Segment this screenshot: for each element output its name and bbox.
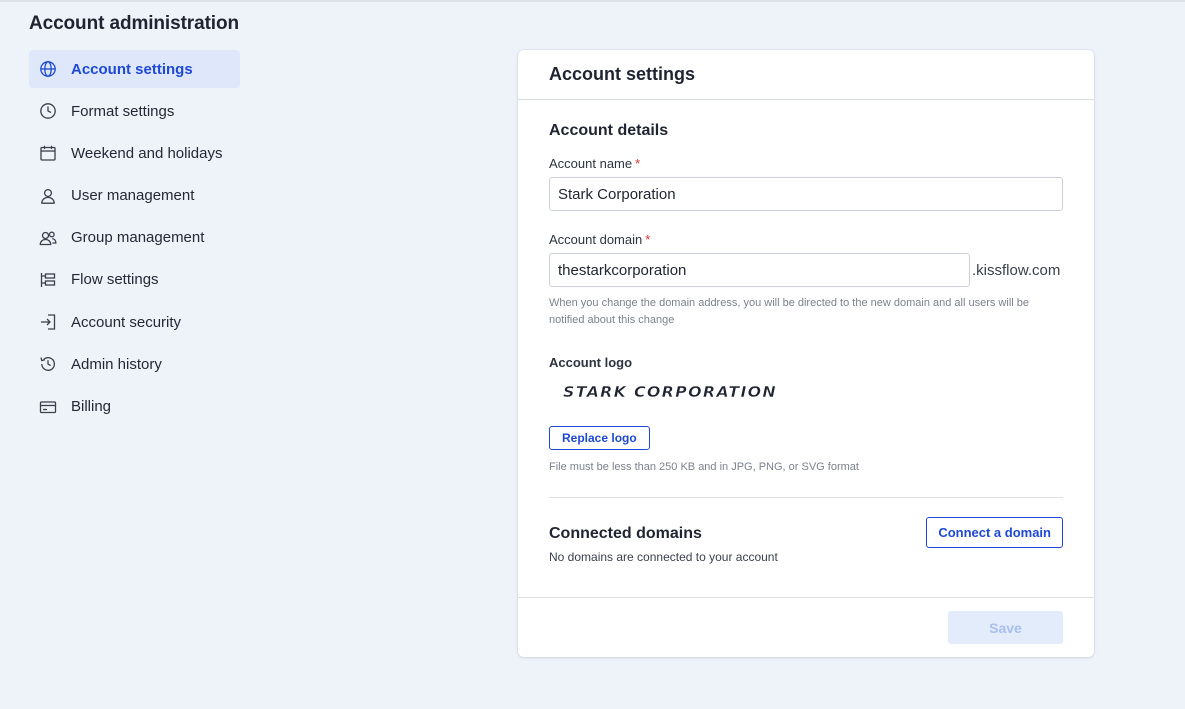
connected-domains-title: Connected domains [549, 525, 702, 542]
login-icon [39, 313, 57, 331]
page: Account administration Account settings … [0, 0, 1185, 709]
card-title: Account settings [518, 50, 1094, 100]
sidebar-item-label: Format settings [71, 102, 175, 120]
top-border [0, 0, 1185, 2]
sidebar-item-label: Account security [71, 313, 182, 331]
domain-suffix: .kissflow.com [972, 261, 1061, 279]
account-name-input[interactable] [549, 177, 1063, 211]
flow-icon [39, 271, 57, 289]
sidebar-item-label: Billing [71, 398, 112, 415]
sidebar-item-account-settings[interactable]: Account settings [29, 50, 240, 88]
connected-domains-empty-text: No domains are connected to your account [549, 550, 778, 564]
account-domain-label-text: Account domain [549, 232, 643, 247]
sidebar-item-group-management[interactable]: Group management [29, 219, 240, 257]
user-icon [39, 187, 57, 205]
save-button[interactable]: Save [948, 611, 1063, 644]
users-icon [39, 229, 57, 247]
sidebar-item-flow-settings[interactable]: Flow settings [29, 261, 240, 299]
account-domain-label: Account domain * [549, 232, 1063, 247]
stark-logo-text: STARK CORPORATION [563, 383, 777, 401]
account-domain-input[interactable] [549, 253, 970, 287]
domain-help-text: When you change the domain address, you … [549, 297, 1029, 326]
account-details-title: Account details [549, 122, 669, 139]
sidebar: Account settings Format settings Weekend… [29, 50, 240, 430]
sidebar-item-admin-history[interactable]: Admin history [29, 345, 240, 383]
history-icon [39, 355, 57, 373]
card-body: Account details Account name* Account do… [518, 122, 1094, 564]
required-marker: * [635, 156, 641, 171]
globe-icon [39, 60, 57, 78]
account-domain-row: .kissflow.com [549, 253, 1063, 287]
sidebar-item-label: Group management [71, 229, 205, 247]
required-marker: * [645, 232, 651, 247]
card-footer: Save [518, 597, 1094, 657]
calendar-icon [39, 144, 57, 162]
sidebar-item-label: Weekend and holidays [71, 144, 223, 162]
connected-domains-info: Connected domains No domains are connect… [549, 517, 778, 564]
replace-logo-button[interactable]: Replace logo [549, 426, 650, 450]
credit-card-icon [39, 398, 57, 416]
account-name-label-text: Account name [549, 156, 633, 171]
connected-domains-row: Connected domains No domains are connect… [549, 517, 1063, 564]
account-settings-card: Account settings Account details Account… [518, 50, 1094, 657]
connect-domain-button[interactable]: Connect a domain [926, 517, 1063, 548]
account-name-label: Account name * [549, 156, 1063, 171]
sidebar-item-user-management[interactable]: User management [29, 177, 240, 215]
clock-icon [39, 102, 57, 120]
sidebar-item-format-settings[interactable]: Format settings [29, 92, 240, 130]
sidebar-item-label: Admin history [71, 355, 162, 373]
sidebar-item-billing[interactable]: Billing [29, 388, 240, 426]
account-logo-label: Account logo [549, 355, 633, 370]
sidebar-item-label: User management [71, 187, 195, 205]
sidebar-item-label: Account settings [71, 60, 193, 78]
sidebar-item-weekend-holidays[interactable]: Weekend and holidays [29, 134, 240, 172]
page-title: Account administration [29, 13, 239, 34]
logo-help-text: File must be less than 250 KB and in JPG… [549, 461, 859, 473]
account-logo-image: STARK CORPORATION [561, 382, 1063, 402]
stark-logo: STARK CORPORATION [563, 383, 777, 401]
sidebar-item-account-security[interactable]: Account security [29, 303, 240, 341]
section-divider [549, 497, 1063, 498]
sidebar-item-label: Flow settings [71, 271, 159, 289]
